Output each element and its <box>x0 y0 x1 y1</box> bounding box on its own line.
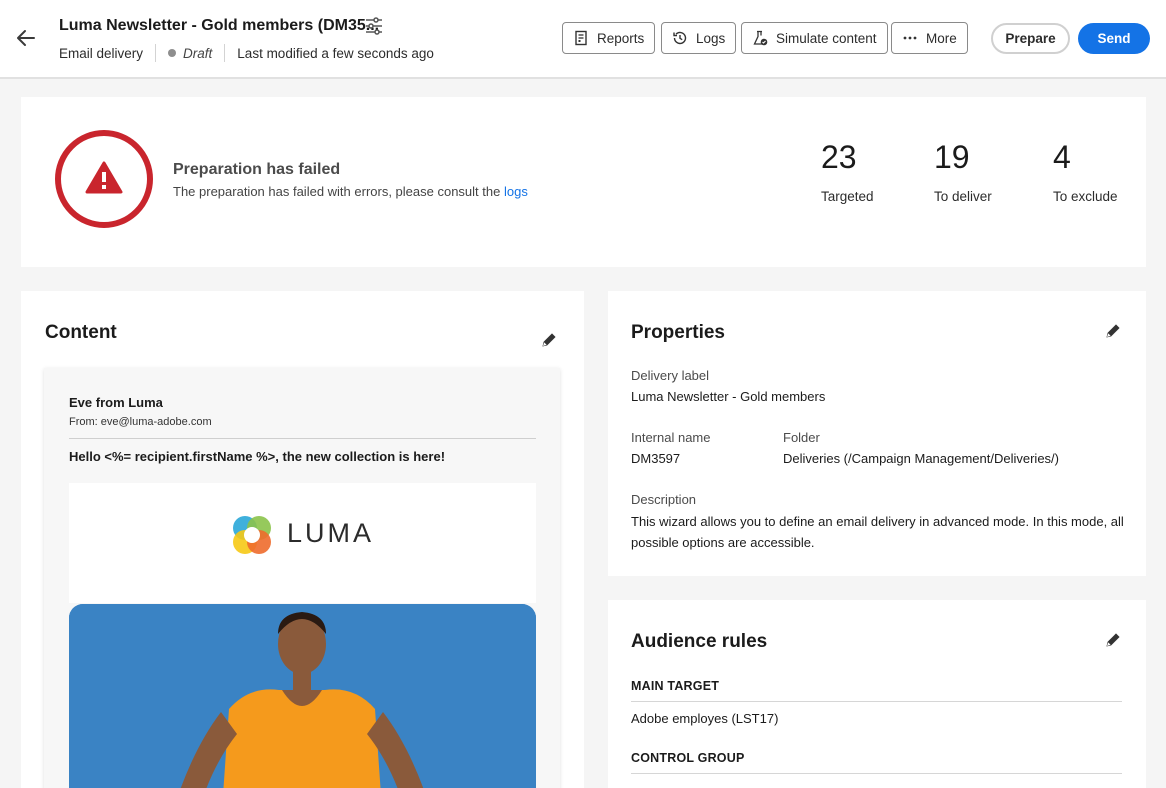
logs-label: Logs <box>696 30 726 46</box>
description-label: Description <box>631 492 697 507</box>
main-target-heading: MAIN TARGET <box>631 679 720 693</box>
failure-message: The preparation has failed with errors, … <box>173 184 528 199</box>
stat-to-deliver: 19 To deliver <box>934 137 992 204</box>
preparation-status-card: Preparation has failed The preparation h… <box>21 97 1146 267</box>
report-icon <box>575 30 587 46</box>
beaker-check-icon <box>753 30 768 46</box>
reports-button[interactable]: Reports <box>562 22 656 54</box>
meditation-illustration <box>69 604 536 788</box>
logs-button[interactable]: Logs <box>661 22 737 54</box>
stat-to-exclude: 4 To exclude <box>1053 137 1118 204</box>
more-button[interactable]: More <box>891 22 968 54</box>
status-dot-icon <box>168 49 177 57</box>
more-dots-icon <box>903 36 917 40</box>
status-badge: Draft <box>183 45 213 61</box>
pencil-icon[interactable] <box>1104 322 1122 340</box>
simulate-content-button[interactable]: Simulate content <box>741 22 888 54</box>
reports-label: Reports <box>597 30 645 46</box>
prepare-button[interactable]: Prepare <box>991 23 1070 54</box>
email-logo-area: LUMA <box>69 483 536 603</box>
stat-value: 23 <box>821 139 857 175</box>
properties-card: Properties Delivery label Luma Newslette… <box>608 291 1146 576</box>
failure-message-text: The preparation has failed with errors, … <box>173 184 504 199</box>
stat-label: To deliver <box>934 189 992 204</box>
folder-value: Deliveries (/Campaign Management/Deliver… <box>783 451 1059 466</box>
divider <box>631 701 1122 702</box>
divider <box>631 773 1122 774</box>
simulate-content-label: Simulate content <box>776 30 877 46</box>
delivery-label-value: Luma Newsletter - Gold members <box>631 389 826 404</box>
meta-divider <box>224 44 226 62</box>
stat-label: To exclude <box>1053 189 1118 204</box>
logs-link[interactable]: logs <box>504 184 528 199</box>
stat-targeted: 23 Targeted <box>821 137 874 204</box>
stat-label: Targeted <box>821 189 874 204</box>
more-label: More <box>926 30 957 46</box>
email-subject: Hello <%= recipient.firstName %>, the ne… <box>69 449 446 464</box>
stat-value: 19 <box>934 139 970 175</box>
channel-label: Email delivery <box>59 45 144 61</box>
internal-name-value: DM3597 <box>631 451 681 466</box>
control-group-heading: CONTROL GROUP <box>631 751 745 765</box>
luma-logo-text: LUMA <box>287 518 375 548</box>
email-hero-image <box>69 604 536 788</box>
alert-triangle-icon <box>55 130 153 228</box>
send-button[interactable]: Send <box>1078 23 1150 54</box>
divider <box>69 438 536 439</box>
page-header: Luma Newsletter - Gold members (DM35... … <box>0 0 1166 79</box>
stat-value: 4 <box>1053 139 1071 175</box>
history-icon <box>673 31 687 45</box>
audience-rules-title: Audience rules <box>631 631 768 652</box>
last-modified: Last modified a few seconds ago <box>237 45 434 61</box>
email-sender: Eve from Luma <box>69 395 163 410</box>
pencil-icon[interactable] <box>540 331 558 349</box>
email-from: From: eve@luma-adobe.com <box>69 416 212 428</box>
properties-title: Properties <box>631 322 725 343</box>
luma-logo-icon <box>233 516 271 554</box>
email-preview[interactable]: Eve from Luma From: eve@luma-adobe.com H… <box>44 368 560 788</box>
delivery-label-label: Delivery label <box>631 368 710 383</box>
page-title: Luma Newsletter - Gold members (DM35... <box>59 17 380 34</box>
internal-name-label: Internal name <box>631 430 711 445</box>
pencil-icon[interactable] <box>1104 631 1122 649</box>
content-card: Content Eve from Luma From: eve@luma-ado… <box>21 291 584 788</box>
settings-sliders-icon[interactable] <box>363 15 385 37</box>
meta-divider <box>155 44 157 62</box>
audience-rules-card: Audience rules MAIN TARGET Adobe employe… <box>608 600 1146 788</box>
folder-label: Folder <box>783 430 820 445</box>
back-arrow-icon[interactable] <box>14 26 38 50</box>
delivery-meta: Email delivery Draft Last modified a few… <box>59 44 434 62</box>
content-title: Content <box>45 322 117 343</box>
description-value: This wizard allows you to define an emai… <box>631 514 1124 550</box>
main-target-value[interactable]: Adobe employes (LST17) <box>631 711 778 726</box>
failure-title: Preparation has failed <box>173 161 341 178</box>
